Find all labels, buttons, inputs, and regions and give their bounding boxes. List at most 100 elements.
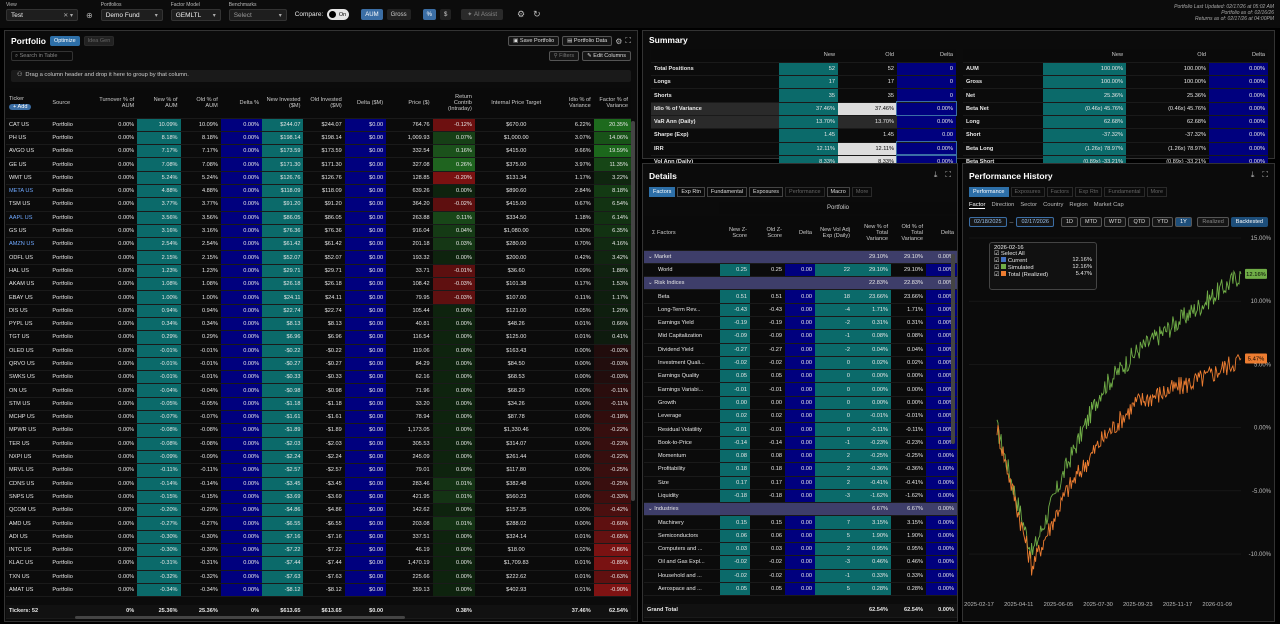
table-row[interactable]: MPWR US Portfolio 0.00% -0.08% -0.08% 0.00% -$… bbox=[6, 423, 631, 438]
col-header-old-var[interactable]: Old % of Total Variance bbox=[891, 216, 926, 251]
table-row[interactable]: TER US Portfolio 0.00% -0.08% -0.08% 0.00% -$2… bbox=[6, 437, 631, 451]
group-row[interactable]: ⌄ Market 29.10% 29.10% 0.00% bbox=[644, 250, 957, 264]
factor-row[interactable]: Computers and ... 0.03 0.03 0.00 2 0.95% 0.95%… bbox=[644, 542, 957, 557]
table-row[interactable]: ODFL US Portfolio 0.00% 2.15% 2.15% 0.00% $52.… bbox=[6, 250, 631, 265]
perf-tab-performance[interactable]: Performance bbox=[969, 187, 1009, 197]
table-row[interactable]: OLED US Portfolio 0.00% -0.01% -0.01% 0.00% -$… bbox=[6, 344, 631, 358]
table-row[interactable]: AAPL US Portfolio 0.00% 3.56% 3.56% 0.00% $86.… bbox=[6, 211, 631, 225]
factor-row[interactable]: Machinery 0.15 0.15 0.00 7 3.15% 3.15% 0.00% bbox=[644, 515, 957, 530]
tab-performance[interactable]: Performance bbox=[785, 187, 825, 197]
tab-exp-rtn[interactable]: Exp Rtn bbox=[677, 187, 705, 197]
factor-row[interactable]: Investment Quali... -0.02 -0.02 0.00 0 0.02% 0… bbox=[644, 356, 957, 371]
col-header-z-delta[interactable]: Delta bbox=[785, 216, 815, 251]
range-ytd[interactable]: YTD bbox=[1152, 217, 1174, 227]
table-row[interactable]: EBAY US Portfolio 0.00% 1.00% 1.00% 0.00% $24.… bbox=[6, 290, 631, 305]
factor-row[interactable]: Oil and Gas Expl... -0.02 -0.02 0.00 -3 0.46%… bbox=[644, 555, 957, 570]
tab-exposures[interactable]: Exposures bbox=[749, 187, 784, 197]
factors-col-header[interactable]: Σ Factors bbox=[644, 216, 720, 251]
table-row[interactable]: NXPI US Portfolio 0.00% -0.09% -0.09% 0.00% -$… bbox=[6, 450, 631, 465]
col-header-new-z[interactable]: New Z-Score bbox=[720, 216, 750, 251]
col-header-new-var[interactable]: New % of Total Variance bbox=[853, 216, 891, 251]
table-row[interactable]: WMT US Portfolio 0.00% 5.24% 5.24% 0.00% $126.… bbox=[6, 171, 631, 185]
download-icon[interactable]: ⤓ bbox=[1251, 170, 1255, 180]
group-by-bar[interactable]: ⚇ Drag a column header and drop it here … bbox=[11, 70, 631, 82]
table-row[interactable]: ON US Portfolio 0.00% -0.04% -0.04% 0.00% -$0.… bbox=[6, 383, 631, 398]
legend-item[interactable]: ☑ Total (Realized) 5.47% bbox=[994, 271, 1092, 278]
factor-row[interactable]: Dividend Yield -0.27 -0.27 0.00 -2 0.04% 0.04%… bbox=[644, 343, 957, 357]
tab-macro[interactable]: Macro bbox=[826, 187, 850, 197]
table-row[interactable]: STM US Portfolio 0.00% -0.05% -0.05% 0.00% -$1… bbox=[6, 397, 631, 412]
factor-row[interactable]: Semiconductors 0.06 0.06 0.00 5 1.90% 1.90% 0.0… bbox=[644, 529, 957, 544]
col-header-vol-adj[interactable]: New Vol Adj Exp (Daily) bbox=[815, 216, 853, 251]
table-row[interactable]: PH US Portfolio 0.00% 8.18% 8.18% 0.00% $198.1… bbox=[6, 131, 631, 146]
factor-row[interactable]: Liquidity -0.18 -0.18 0.00 -3 -1.62% -1.62% 0.0… bbox=[644, 489, 957, 504]
table-row[interactable]: GE US Portfolio 0.00% 7.08% 7.08% 0.00% $171.3… bbox=[6, 157, 631, 172]
horizontal-scrollbar[interactable] bbox=[75, 616, 405, 619]
subtab-direction[interactable]: Direction bbox=[991, 202, 1014, 209]
range-1y[interactable]: 1Y bbox=[1175, 217, 1192, 227]
table-row[interactable]: AKAM US Portfolio 0.00% 1.08% 1.08% 0.00% $26.… bbox=[6, 277, 631, 292]
col-header-source[interactable]: Source bbox=[49, 88, 95, 119]
table-row[interactable]: CDNS US Portfolio 0.00% -0.14% -0.14% 0.00% -$… bbox=[6, 477, 631, 491]
dollar-button[interactable]: $ bbox=[439, 9, 452, 20]
factor-row[interactable]: Long-Term Rev... -0.43 -0.43 0.00 -4 1.71% 1.7… bbox=[644, 303, 957, 317]
idea-gen-tab[interactable]: Idea Gen bbox=[83, 36, 115, 46]
tab-more[interactable]: More bbox=[851, 187, 873, 197]
col-header-price-target[interactable]: Internal Price Target bbox=[474, 88, 558, 119]
tab-factors[interactable]: Factors bbox=[649, 187, 676, 197]
edit-columns-button[interactable]: ✎ Edit Columns bbox=[582, 51, 631, 61]
perf-tab-exposures[interactable]: Exposures bbox=[1010, 187, 1045, 197]
gross-button[interactable]: Gross bbox=[386, 9, 411, 20]
factor-row[interactable]: Aerospace and ... 0.05 0.05 0.00 5 0.28% 0.28%… bbox=[644, 582, 957, 597]
table-row[interactable]: AVGO US Portfolio 0.00% 7.17% 7.17% 0.00% $173… bbox=[6, 144, 631, 159]
table-row[interactable]: SWKS US Portfolio 0.00% -0.01% -0.01% 0.00% -$… bbox=[6, 370, 631, 385]
benchmarks-select[interactable]: Select ▾ bbox=[228, 9, 287, 21]
table-row[interactable]: TGT US Portfolio 0.00% 0.29% 0.29% 0.00% $6.96… bbox=[6, 330, 631, 345]
factor-row[interactable]: Household and ... -0.02 -0.02 0.00 -1 0.33% 0.… bbox=[644, 569, 957, 583]
date-from-input[interactable]: 02/18/2025 bbox=[969, 217, 1007, 227]
subtab-country[interactable]: Country bbox=[1043, 202, 1063, 209]
col-header-old-aum[interactable]: Old % of AUM bbox=[180, 88, 221, 119]
table-row[interactable]: DIS US Portfolio 0.00% 0.94% 0.94% 0.00% $22.7… bbox=[6, 304, 631, 318]
portfolio-data-button[interactable]: ▤ Portfolio Data bbox=[562, 36, 613, 46]
legend-item[interactable]: ☑ Current 12.16% bbox=[994, 257, 1092, 264]
range-qtd[interactable]: QTD bbox=[1128, 217, 1151, 227]
table-row[interactable]: AMD US Portfolio 0.00% -0.27% -0.27% 0.00% -$6… bbox=[6, 516, 631, 531]
range-wtd[interactable]: WTD bbox=[1103, 217, 1127, 227]
expand-icon[interactable]: ⛶ bbox=[625, 36, 631, 46]
subtab-factor[interactable]: Factor bbox=[969, 202, 986, 209]
factor-model-select[interactable]: GEMLTL ▾ bbox=[170, 9, 221, 21]
col-header-return-contrib[interactable]: Return Contrib (Intraday) bbox=[432, 88, 475, 119]
col-header-new-invested[interactable]: New Invested ($M) bbox=[262, 88, 304, 119]
table-row[interactable]: QCOM US Portfolio 0.00% -0.20% -0.20% 0.00% -$… bbox=[6, 503, 631, 518]
range-mtd[interactable]: MTD bbox=[1080, 217, 1102, 227]
table-row[interactable]: INTC US Portfolio 0.00% -0.30% -0.30% 0.00% -$… bbox=[6, 543, 631, 558]
col-header-ticker[interactable]: Ticker + Add bbox=[6, 88, 50, 119]
filters-button[interactable]: ⚲ Filters bbox=[548, 51, 580, 61]
col-header-delta-pct[interactable]: Delta % bbox=[220, 88, 263, 119]
factor-row[interactable]: Earnings Quality 0.05 0.05 0.00 0 0.00% 0.00% 0… bbox=[644, 369, 957, 384]
factor-row[interactable]: Leverage 0.02 0.02 0.00 0 -0.01% -0.01% 0.00% bbox=[644, 409, 957, 424]
portfolio-select[interactable]: Demo Fund ▾ bbox=[100, 9, 163, 21]
table-row[interactable]: KLAC US Portfolio 0.00% -0.31% -0.31% 0.00% -$… bbox=[6, 556, 631, 571]
gear-icon[interactable]: ⚙ bbox=[517, 9, 525, 20]
col-header-delta-m[interactable]: Delta ($M) bbox=[344, 88, 387, 119]
col-header-old-invested[interactable]: Old Invested ($M) bbox=[303, 88, 345, 119]
col-header-price[interactable]: Price ($) bbox=[386, 88, 433, 119]
subtab-market-cap[interactable]: Market Cap bbox=[1094, 202, 1124, 209]
ai-assist-button[interactable]: ✦ AI Assist bbox=[461, 9, 504, 20]
performance-chart[interactable]: 15.00%10.00%5.00%0.00%-5.00%-10.00%2025-… bbox=[963, 232, 1276, 620]
tab-fundamental[interactable]: Fundamental bbox=[706, 187, 748, 197]
col-header-var-delta[interactable]: Delta bbox=[926, 216, 957, 251]
table-row[interactable]: TXN US Portfolio 0.00% -0.32% -0.32% 0.00% -$7… bbox=[6, 570, 631, 584]
expand-icon[interactable]: ⛶ bbox=[1262, 170, 1268, 180]
perf-tab-exp-rtn[interactable]: Exp Rtn bbox=[1074, 187, 1103, 197]
perf-tab-factors[interactable]: Factors bbox=[1046, 187, 1073, 197]
perf-tab-more[interactable]: More bbox=[1146, 187, 1168, 197]
factor-row[interactable]: Mid Capitalization -0.09 -0.09 0.00 -1 0.08% 0… bbox=[644, 329, 957, 344]
vertical-scrollbar[interactable] bbox=[631, 121, 635, 501]
table-row[interactable]: CAT US Portfolio 0.00% 10.09% 10.09% 0.00% $24… bbox=[6, 118, 631, 132]
table-row[interactable]: QRVO US Portfolio 0.00% -0.01% -0.01% 0.00% -$… bbox=[6, 357, 631, 372]
factor-row[interactable]: World 0.25 0.25 0.00 22 29.10% 29.10% 0.00% bbox=[644, 263, 957, 278]
table-row[interactable]: AMZN US Portfolio 0.00% 2.54% 2.54% 0.00% $61.… bbox=[6, 237, 631, 252]
